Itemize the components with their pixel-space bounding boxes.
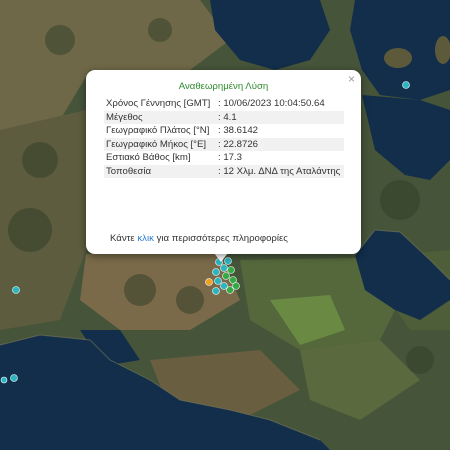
table-row: Εστιακό Βάθος [km] : 17.3 [104,151,344,165]
row-label-longitude: Γεωγραφικό Μήκος [°E] [104,137,216,151]
row-value-latitude: : 38.6142 [218,125,259,136]
popup-footer: Κάντε κλικ για περισσότερες πληροφορίες [110,233,288,244]
earthquake-marker-icon[interactable] [214,277,222,285]
earthquake-marker-icon[interactable] [402,81,410,89]
footer-suffix: για περισσότερες πληροφορίες [156,233,288,244]
row-value-magnitude: : 4.1 [216,110,344,124]
row-label-depth: Εστιακό Βάθος [km] [106,152,191,163]
footer-prefix: Κάντε [110,233,135,244]
earthquake-marker-icon[interactable] [220,282,228,290]
more-info-link[interactable]: κλικ [137,233,154,244]
island [384,48,412,68]
row-label-location: Τοποθεσία [104,164,216,178]
info-table: Χρόνος Γέννησης [GMT] : 10/06/2023 10:04… [104,97,344,178]
earthquake-popup: × Αναθεωρημένη Λύση Χρόνος Γέννησης [GMT… [86,70,361,254]
row-value-longitude: : 22.8726 [216,137,344,151]
earthquake-marker-icon[interactable] [227,266,235,274]
earthquake-marker-icon[interactable] [220,264,228,272]
row-label-magnitude: Μέγεθος [104,110,216,124]
row-value-origin-time: : 10/06/2023 10:04:50.64 [218,98,325,109]
row-value-location: : 12 Χλμ. ΔΝΔ της Αταλάντης [216,164,344,178]
table-row: Χρόνος Γέννησης [GMT] : 10/06/2023 10:04… [104,97,344,111]
popup-pointer [214,253,228,262]
row-label-latitude: Γεωγραφικό Πλάτος [°N] [106,125,210,136]
row-label-origin-time: Χρόνος Γέννησης [GMT] [106,98,211,109]
row-value-depth: : 17.3 [218,152,243,163]
earthquake-marker-icon[interactable] [12,286,20,294]
earthquake-marker-icon[interactable] [232,282,240,290]
earthquake-marker-icon[interactable] [212,287,220,295]
table-row: Μέγεθος : 4.1 [104,110,344,124]
popup-title: Αναθεωρημένη Λύση [178,81,269,92]
table-row: Γεωγραφικό Πλάτος [°N] : 38.6142 [104,124,344,138]
earthquake-marker-icon[interactable] [226,286,234,294]
earthquake-marker-icon[interactable] [10,374,18,382]
earthquake-marker-icon[interactable] [205,278,213,286]
table-row: Γεωγραφικό Μήκος [°E] : 22.8726 [104,137,344,151]
earthquake-marker-icon[interactable] [212,268,220,276]
earthquake-marker-icon[interactable] [222,272,230,280]
table-row: Τοποθεσία : 12 Χλμ. ΔΝΔ της Αταλάντης [104,164,344,178]
earthquake-marker-icon[interactable] [0,376,8,384]
